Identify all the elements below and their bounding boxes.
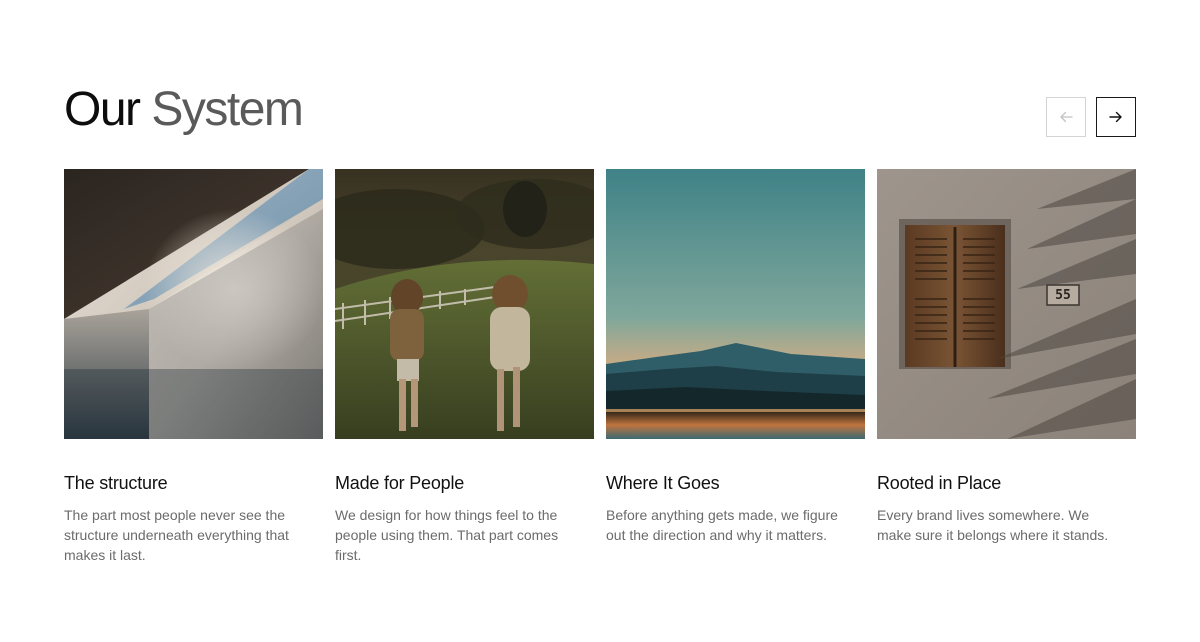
card-description: Every brand lives somewhere. We make sur… bbox=[877, 507, 1109, 543]
card-title: Rooted in Place bbox=[877, 473, 1002, 493]
card-the-structure[interactable]: The structure The part most people never… bbox=[64, 169, 323, 565]
card-description: We design for how things feel to the peo… bbox=[335, 507, 559, 563]
carousel-next-button[interactable] bbox=[1096, 97, 1136, 137]
card-image-mountain bbox=[606, 169, 865, 439]
arrow-right-icon bbox=[1109, 111, 1123, 123]
arrow-left-icon bbox=[1059, 111, 1073, 123]
card-made-for-people[interactable]: Made for People We design for how things… bbox=[335, 169, 594, 565]
card-title: Made for People bbox=[335, 473, 465, 493]
card-title: The structure bbox=[64, 473, 168, 493]
section-title: Our System bbox=[64, 82, 304, 138]
title-word-secondary: System bbox=[151, 83, 304, 136]
card-description: Before anything gets made, we figure out… bbox=[606, 507, 838, 543]
card-image-structure bbox=[64, 169, 323, 439]
card-image-people bbox=[335, 169, 594, 439]
our-system-section: Our System The structure The part most p… bbox=[0, 0, 1200, 642]
card-image-window: 55 bbox=[877, 169, 1136, 439]
card-description: The part most people never see the struc… bbox=[64, 507, 289, 563]
card-title: Where It Goes bbox=[606, 473, 720, 493]
card-where-it-goes[interactable]: Where It Goes Before anything gets made,… bbox=[606, 169, 865, 545]
card-rooted-in-place[interactable]: 55 Rooted in Place Every brand lives som… bbox=[877, 169, 1136, 545]
house-number-plate: 55 bbox=[1055, 288, 1071, 303]
title-word-primary: Our bbox=[64, 83, 141, 136]
carousel-prev-button[interactable] bbox=[1046, 97, 1086, 137]
